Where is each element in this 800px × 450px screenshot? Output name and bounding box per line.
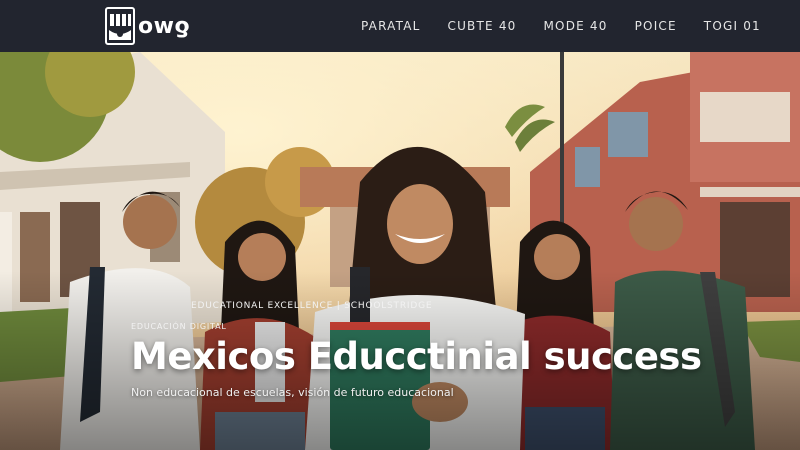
hero-subhead: Non educacional de escuelas, visión de f… [131, 386, 454, 399]
top-navbar: owƍ PARATAL CUBTE 40 MODE 40 POICE TOGI … [0, 0, 800, 52]
brand-logo[interactable]: owƍ [104, 4, 190, 48]
nav-link-paratal[interactable]: PARATAL [361, 19, 421, 33]
nav-link-cubte[interactable]: CUBTE 40 [448, 19, 517, 33]
nav-link-mode[interactable]: MODE 40 [544, 19, 608, 33]
nav-link-poice[interactable]: POICE [635, 19, 677, 33]
hero-eyebrow: EDUCATIONAL EXCELLENCE | SCHOOLSTRIDGE [191, 301, 433, 311]
main-nav: PARATAL CUBTE 40 MODE 40 POICE TOGI 01 [361, 0, 788, 52]
seal-icon [104, 6, 136, 46]
hero-banner: EDUCATIONAL EXCELLENCE | SCHOOLSTRIDGE E… [0, 52, 800, 450]
brand-name: owƍ [138, 13, 191, 39]
nav-link-togi[interactable]: TOGI 01 [704, 19, 761, 33]
hero-tagline: EDUCACIÓN DIGITAL [131, 322, 227, 331]
hero-headline: Mexicos Educctinial success [131, 335, 702, 378]
